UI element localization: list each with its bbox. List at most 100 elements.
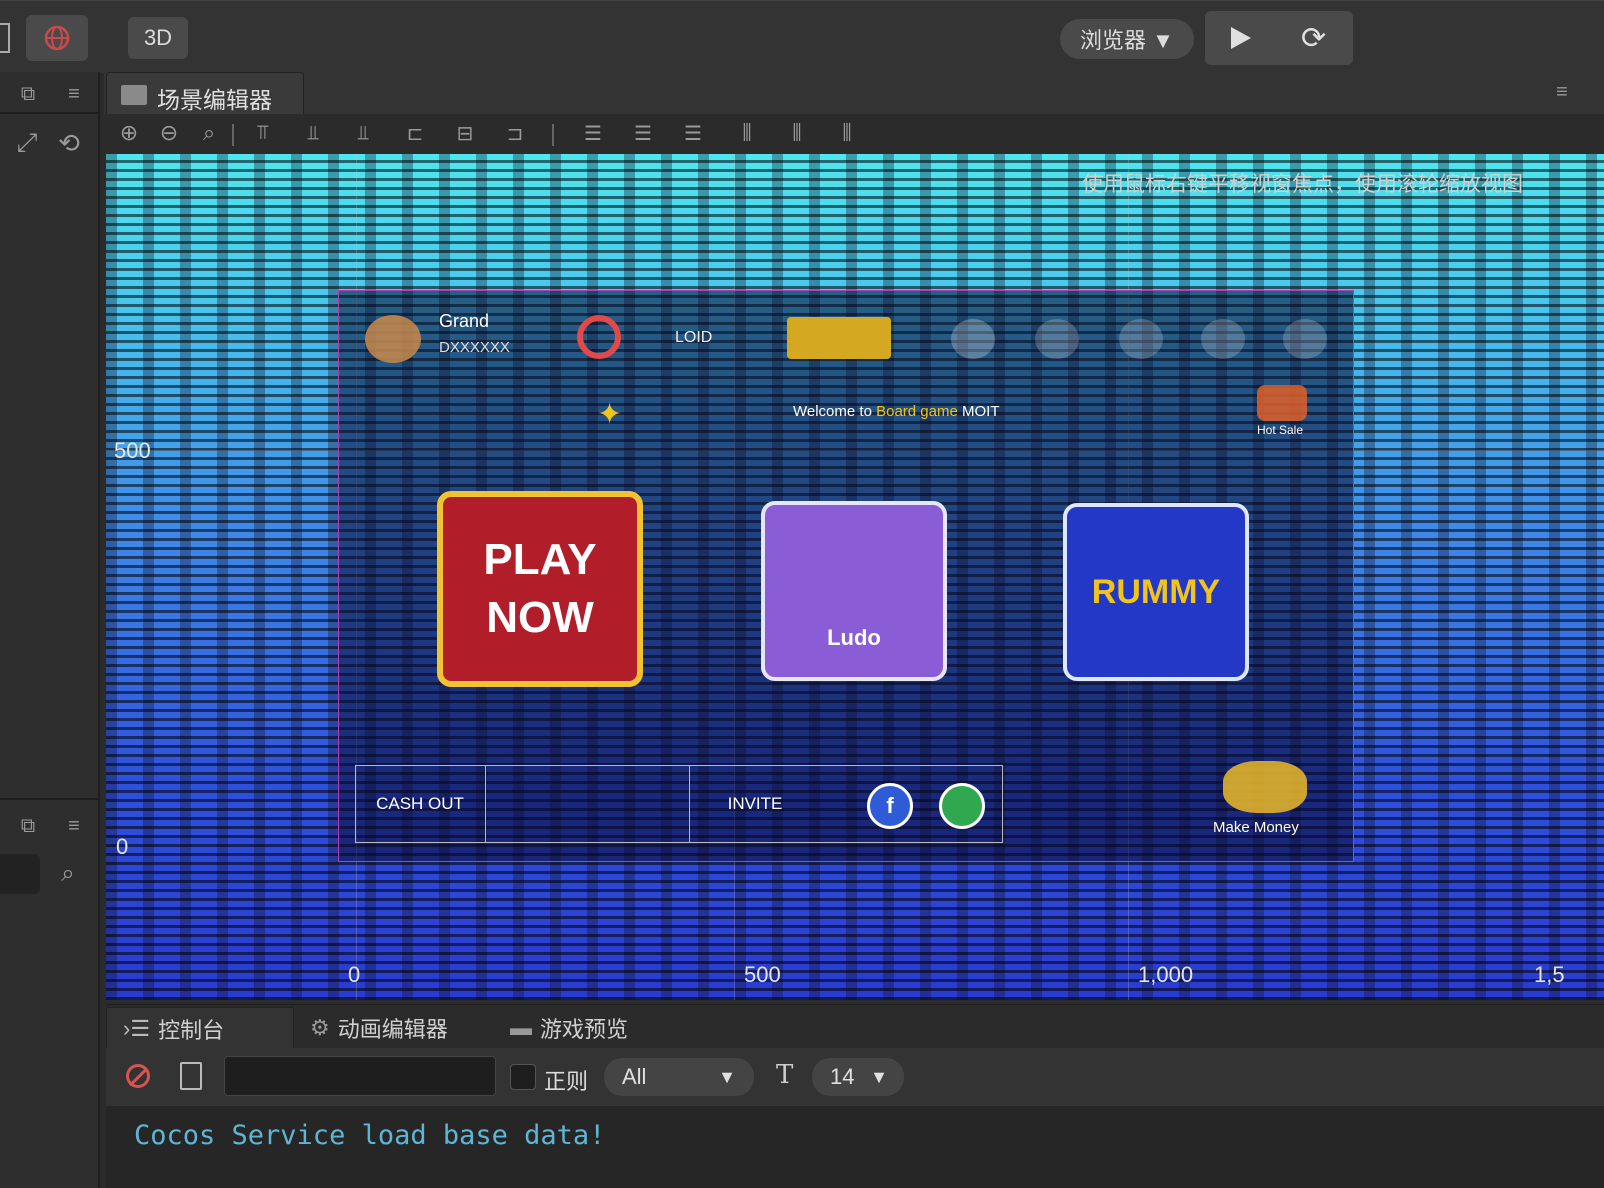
tab-console-label: 控制台 — [158, 1017, 225, 1043]
mail-icon[interactable] — [951, 319, 995, 359]
tab-console[interactable]: ›☰ 控制台 — [106, 1007, 294, 1049]
settings-icon[interactable] — [1283, 319, 1327, 359]
align-left-icon[interactable]: ⊏ — [398, 118, 432, 148]
distribute-top-icon[interactable]: ☰ — [576, 118, 610, 148]
distribute-bottom-icon[interactable]: ☰ — [676, 118, 710, 148]
regex-label: 正则 — [544, 1069, 589, 1094]
globe-scene-button[interactable] — [26, 15, 88, 61]
x-axis-label: 500 — [744, 962, 781, 987]
log-level-value: All — [622, 1064, 647, 1089]
zoom-reset-icon[interactable]: ⌕ — [194, 118, 224, 148]
tab-scene-editor[interactable]: 场景编辑器 — [106, 72, 304, 115]
play-controls: ⟳ — [1205, 11, 1353, 65]
top-toolbar: 3D 浏览器 ▼ ⟳ — [0, 0, 1604, 73]
console-toolbar: 正则 All ▼ T 14 ▼ — [106, 1048, 1604, 1106]
rummy-card[interactable]: RUMMY — [1063, 503, 1249, 681]
distribute-hcenter-icon[interactable]: ⫼ — [780, 118, 814, 148]
distribute-left-icon[interactable]: ⫼ — [730, 118, 764, 148]
ludo-card[interactable]: Ludo — [761, 501, 947, 681]
zoom-in-icon[interactable]: ⊕ — [114, 118, 144, 148]
menu-icon[interactable]: ≡ — [60, 80, 88, 108]
avatar[interactable] — [365, 315, 421, 363]
hot-sale-icon[interactable] — [1257, 385, 1307, 421]
distribute-right-icon[interactable]: ⫼ — [830, 118, 864, 148]
hot-sale-label: Hot Sale — [1257, 423, 1304, 437]
ludo-card-label: Ludo — [827, 625, 881, 650]
log-file-icon[interactable] — [180, 1062, 202, 1090]
invite-button[interactable]: INVITE — [689, 765, 820, 843]
refresh-icon[interactable]: ⟳ — [1301, 21, 1326, 56]
tab-animation-editor[interactable]: ⚙ 动画编辑器 — [310, 1007, 490, 1049]
panel-divider — [0, 112, 98, 114]
console-filter-input[interactable] — [224, 1056, 496, 1096]
distribute-vcenter-icon[interactable]: ☰ — [626, 118, 660, 148]
y-axis-label: 0 — [116, 834, 129, 859]
lifebuoy-icon[interactable] — [577, 315, 621, 359]
video-icon: ▬ — [510, 1015, 532, 1040]
separator — [552, 124, 554, 146]
search-icon[interactable]: ⌕ — [52, 858, 84, 890]
play-now-line2: NOW — [486, 593, 594, 642]
welcome-highlight: Board game — [876, 403, 958, 420]
x-axis-label: 1,000 — [1138, 962, 1194, 987]
shop-icon[interactable] — [1119, 319, 1163, 359]
play-icon[interactable] — [1231, 27, 1251, 49]
x-axis-label: 0 — [348, 962, 361, 987]
x-axis-label: 1,5 — [1534, 962, 1565, 987]
separator — [232, 124, 234, 146]
console-output[interactable]: Cocos Service load base data! — [106, 1106, 1604, 1188]
align-hcenter-icon[interactable]: ⊟ — [448, 118, 482, 148]
gold-banner[interactable] — [787, 317, 891, 359]
align-right-icon[interactable]: ⊐ — [498, 118, 532, 148]
whatsapp-icon[interactable] — [939, 783, 985, 829]
play-now-card[interactable]: PLAY NOW — [437, 491, 643, 687]
zoom-out-icon[interactable]: ⊖ — [154, 118, 184, 148]
cash-out-button[interactable]: CASH OUT — [355, 765, 486, 843]
clapboard-icon — [121, 85, 147, 105]
window-icon[interactable]: ⧉ — [14, 812, 42, 840]
make-money-label: Make Money — [1213, 819, 1299, 836]
menu-icon[interactable]: ≡ — [60, 812, 88, 840]
tab-animation-editor-label: 动画编辑器 — [337, 1017, 448, 1042]
tab-game-preview-label: 游戏预览 — [540, 1017, 629, 1042]
play-now-line1: PLAY — [483, 535, 597, 584]
panel-divider — [0, 798, 98, 800]
align-top-icon[interactable]: ⫪ — [246, 118, 280, 148]
scene-panel-header: 场景编辑器 ≡ — [104, 72, 1604, 115]
tab-scene-editor-label: 场景编辑器 — [157, 87, 272, 113]
asset-search-input[interactable] — [0, 854, 40, 894]
scene-hint-text: 使用鼠标右键平移视窗焦点，使用滚轮缩放视图 — [1082, 173, 1523, 196]
y-axis-label: 500 — [114, 438, 151, 463]
facebook-icon[interactable]: f — [867, 783, 913, 829]
rummy-card-label: RUMMY — [1091, 572, 1221, 611]
scene-viewport[interactable]: 使用鼠标右键平移视窗焦点，使用滚轮缩放视图 500 0 0 500 1,000 … — [106, 154, 1604, 1000]
log-level-select[interactable]: All ▼ — [604, 1058, 754, 1096]
window-icon[interactable]: ⧉ — [14, 80, 42, 108]
game-canvas-bounds[interactable]: Grand DXXXXXX LOID ✦ Welcome to Board ga… — [338, 290, 1354, 862]
left-panel-strip: ⧉ ≡ ⤢ ⟲ ⧉ ≡ ⌕ — [0, 72, 100, 1188]
scene-tools: ⊕ ⊖ ⌕ ⫪ ⫫ ⫫ ⊏ ⊟ ⊐ ☰ ☰ ☰ ⫼ ⫼ ⫼ — [106, 114, 1604, 154]
expand-icon[interactable]: ⤢ — [12, 127, 42, 158]
top-left-title: Grand — [439, 311, 490, 331]
mode-3d-button[interactable]: 3D — [128, 17, 188, 59]
sync-icon[interactable]: ⟲ — [54, 128, 84, 158]
panel-menu-icon[interactable]: ≡ — [1548, 78, 1576, 106]
regex-checkbox[interactable] — [510, 1064, 536, 1090]
font-size-value: 14 — [830, 1064, 855, 1089]
coins-icon[interactable] — [1223, 761, 1307, 813]
clear-icon[interactable] — [126, 1064, 150, 1088]
console-tab-bar: ›☰ 控制台 ⚙ 动画编辑器 ▬ 游戏预览 — [106, 1004, 1604, 1049]
align-vcenter-icon[interactable]: ⫫ — [296, 118, 330, 148]
gift-icon[interactable] — [1035, 319, 1079, 359]
tab-game-preview[interactable]: ▬ 游戏预览 — [510, 1007, 680, 1049]
cash-out-label: CASH OUT — [376, 794, 464, 813]
star-icon: ✦ — [597, 398, 623, 431]
console-log-line: Cocos Service load base data! — [134, 1120, 606, 1151]
top-mid-text: LOID — [675, 329, 713, 346]
align-bottom-icon[interactable]: ⫫ — [346, 118, 380, 148]
font-size-select[interactable]: 14 ▼ — [812, 1058, 904, 1096]
animation-icon: ⚙ — [310, 1015, 330, 1040]
browser-select[interactable]: 浏览器 ▼ — [1060, 19, 1194, 59]
rank-icon[interactable] — [1201, 319, 1245, 359]
panel-toggle-icon[interactable] — [0, 23, 10, 53]
